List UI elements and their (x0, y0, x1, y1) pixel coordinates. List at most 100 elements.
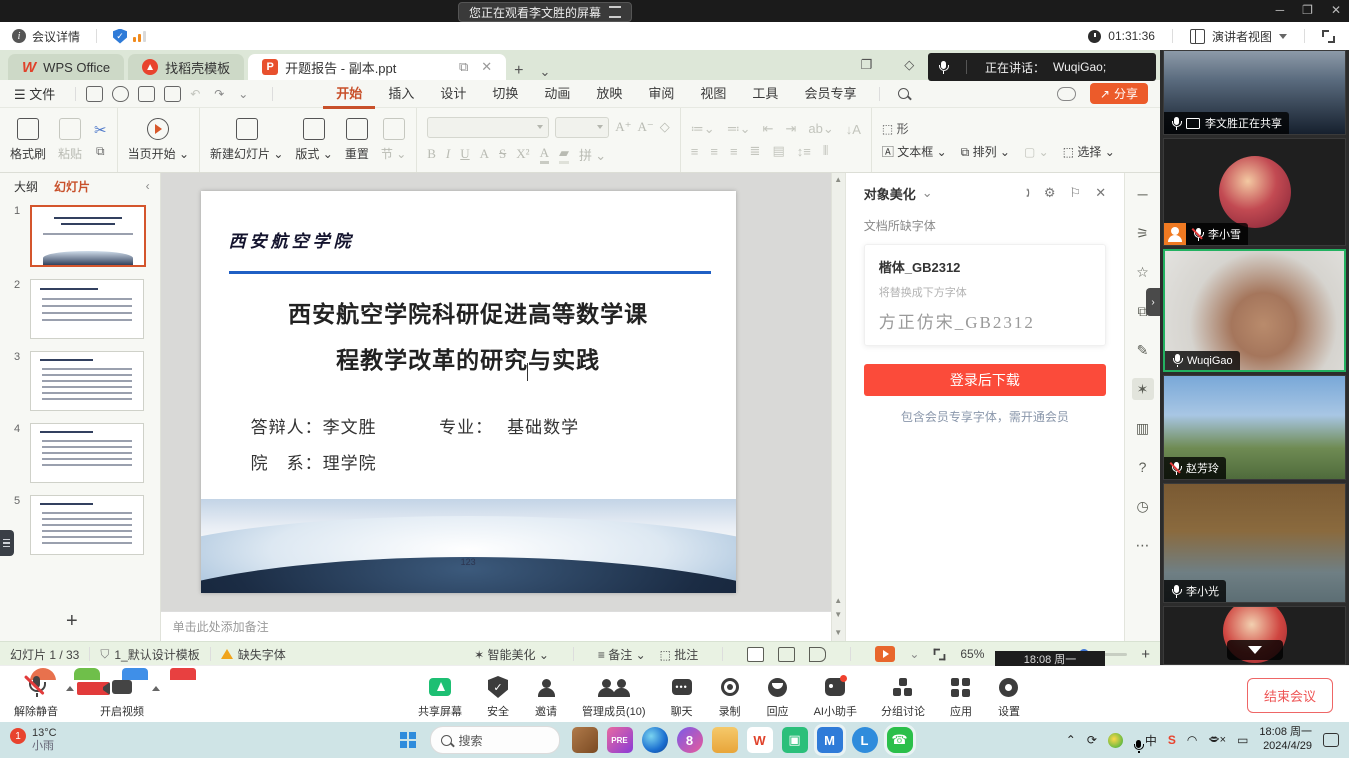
pin-icon[interactable]: ⚐ (1070, 185, 1082, 201)
justify-icon[interactable]: ≣ (750, 143, 761, 159)
sorter-view-icon[interactable] (778, 647, 795, 662)
help-icon[interactable]: ? (1132, 456, 1154, 478)
slide-thumbnail-4[interactable]: 4 (0, 417, 160, 489)
normal-view-icon[interactable] (747, 647, 764, 662)
ai-assistant-button[interactable]: AI小助手 (814, 675, 857, 719)
video-options-caret[interactable] (152, 686, 160, 691)
scroll-down-icon[interactable]: ▼ (832, 628, 845, 637)
menu-animation[interactable]: 动画 (531, 79, 583, 106)
print-icon[interactable] (138, 86, 155, 102)
tray-antivirus-icon[interactable] (1108, 733, 1123, 748)
weather-widget[interactable]: 1 13°C 小雨 (0, 727, 130, 753)
security-button[interactable]: ✓ 安全 (486, 675, 510, 719)
tray-sogou-icon[interactable]: S (1168, 733, 1176, 747)
output-icon[interactable] (112, 86, 129, 102)
slide-thumbnail-5[interactable]: 5 (0, 489, 160, 561)
participant-tile-lixiaoxue[interactable]: 李小雪 (1163, 138, 1346, 246)
tray-clock[interactable]: 18:08 周一 2024/4/29 (1259, 726, 1312, 754)
app-knot-icon[interactable]: 8 (677, 727, 703, 753)
end-meeting-button[interactable]: 结束会议 (1247, 678, 1333, 713)
scroll-up-icon[interactable]: ▲ (832, 175, 845, 184)
login-download-button[interactable]: 登录后下载 (864, 364, 1106, 396)
manage-members-button[interactable]: 管理成员(10) (582, 675, 646, 719)
app-wechat-icon[interactable]: ☎ (887, 727, 913, 753)
collapse-panel-icon[interactable]: ‹ (146, 179, 160, 193)
missing-font-card[interactable]: 楷体_GB2312 将替换成下方字体 方正仿宋_GB2312 (864, 244, 1106, 346)
taskbar-search[interactable]: 搜索 (430, 726, 560, 754)
unmute-button[interactable]: 解除静音 (14, 675, 58, 719)
print-preview-icon[interactable] (164, 86, 181, 102)
tab-slides[interactable]: 幻灯片 (54, 178, 90, 195)
search-icon[interactable] (898, 88, 909, 99)
app-clock-icon[interactable]: L (852, 727, 878, 753)
menu-slideshow[interactable]: 放映 (583, 79, 635, 106)
tab-wps-home[interactable]: W WPS Office (8, 54, 124, 80)
slide-thumbnail-1[interactable]: 1 (0, 199, 160, 273)
tab-close-icon[interactable]: ✕ (481, 59, 492, 75)
add-slide-button[interactable]: + (66, 610, 78, 633)
tray-sync-icon[interactable]: ⟳ (1087, 733, 1097, 747)
play-from-current-button[interactable]: 当页开始 ⌄ (128, 118, 189, 162)
tab-docer-templates[interactable]: ▲ 找稻壳模板 (128, 54, 244, 80)
history-icon[interactable]: ◷ (1132, 495, 1154, 517)
beautify-wand-icon[interactable]: ✶ (1132, 378, 1154, 400)
merge-shapes-button[interactable]: ▢ ⌄ (1024, 145, 1049, 159)
menu-design[interactable]: 设计 (427, 79, 479, 106)
new-slide-button[interactable]: 新建幻灯片 ⌄ (210, 118, 283, 162)
slide-editor[interactable]: 西安航空学院 西安航空学院科研促进高等数学课 程教学改革的研究与实践 答辩人：李… (161, 173, 831, 641)
comments-button[interactable]: ⬚ 批注 (660, 646, 699, 663)
italic-button[interactable]: I (446, 146, 450, 162)
template-name[interactable]: 1_默认设计模板 (114, 646, 199, 663)
participant-tile-wuqigao[interactable]: WuqiGao (1163, 249, 1346, 372)
fit-window-icon[interactable] (934, 648, 946, 660)
arrange-button[interactable]: ⧉ 排列 ⌄ (961, 143, 1010, 160)
redo-icon[interactable]: ↷ (214, 87, 229, 101)
scissors-icon[interactable]: ✂ (94, 121, 107, 139)
new-tab-button[interactable]: + (514, 62, 523, 80)
undo-icon[interactable]: ↶ (190, 87, 205, 101)
app-meeting-icon[interactable]: M (817, 727, 843, 753)
vertical-scrollbar[interactable]: ▲ ▲ ▼ ▼ (831, 173, 845, 641)
font-size-dropdown[interactable] (555, 117, 609, 138)
start-video-button[interactable]: 开启视频 (100, 675, 144, 719)
slideshow-play-button[interactable] (875, 646, 895, 662)
menu-view[interactable]: 视图 (687, 79, 739, 106)
text-direction-icon[interactable]: ab⌄ (808, 121, 833, 137)
participant-tile-more[interactable] (1163, 606, 1346, 665)
menu-member[interactable]: 会员专享 (791, 79, 869, 106)
reading-view-icon[interactable] (809, 647, 826, 662)
panel-expand-handle[interactable]: › (1146, 288, 1160, 316)
collapse-strip-icon[interactable]: ─ (1132, 183, 1154, 205)
highlight-color-button[interactable]: ▰ (559, 145, 569, 164)
view-mode-caret-icon[interactable] (1279, 34, 1287, 39)
wifi-icon[interactable]: ◠ (1187, 733, 1197, 747)
app-game-icon[interactable] (572, 727, 598, 753)
app-premiere-icon[interactable]: PRE (607, 727, 633, 753)
align-left-icon[interactable]: ≡ (691, 144, 699, 159)
slide-thumbnail-3[interactable]: 3 (0, 345, 160, 417)
more-dots-icon[interactable]: ⋯ (1132, 534, 1154, 556)
record-button[interactable]: 录制 (718, 675, 742, 719)
save-icon[interactable] (86, 86, 103, 102)
copy-icon[interactable]: ⧉ (96, 144, 105, 159)
phonetic-guide-button[interactable]: 拼 ⌄ (579, 145, 606, 164)
participant-tile-zhaofangling[interactable]: 赵芳玲 (1163, 375, 1346, 480)
invite-button[interactable]: 邀请 (534, 675, 558, 719)
meeting-details-button[interactable]: 会议详情 (32, 28, 80, 45)
start-button[interactable] (400, 732, 416, 748)
share-button[interactable]: ↗ 分享 (1090, 83, 1148, 104)
font-name-dropdown[interactable] (427, 117, 549, 138)
clear-format-icon[interactable]: ◇ (660, 119, 670, 135)
file-menu[interactable]: ☰ 文件 (0, 84, 65, 103)
speaker-muted-icon[interactable]: 🗢× (1208, 731, 1226, 750)
mic-options-caret[interactable] (66, 686, 74, 691)
fullscreen-icon[interactable] (1322, 30, 1335, 43)
align-right-icon[interactable]: ≡ (730, 144, 738, 159)
sort-text-icon[interactable]: ↓A (846, 122, 861, 137)
battery-icon[interactable]: ▭ (1237, 733, 1248, 747)
workspace-cube-icon[interactable]: ◇ (904, 57, 914, 73)
tab-outline[interactable]: 大纲 (14, 178, 38, 195)
decrease-font-icon[interactable]: A⁻ (638, 119, 654, 135)
reactions-button[interactable]: 回应 (766, 675, 790, 719)
smart-beautify-button[interactable]: ✶ 智能美化 ⌄ (474, 646, 549, 663)
